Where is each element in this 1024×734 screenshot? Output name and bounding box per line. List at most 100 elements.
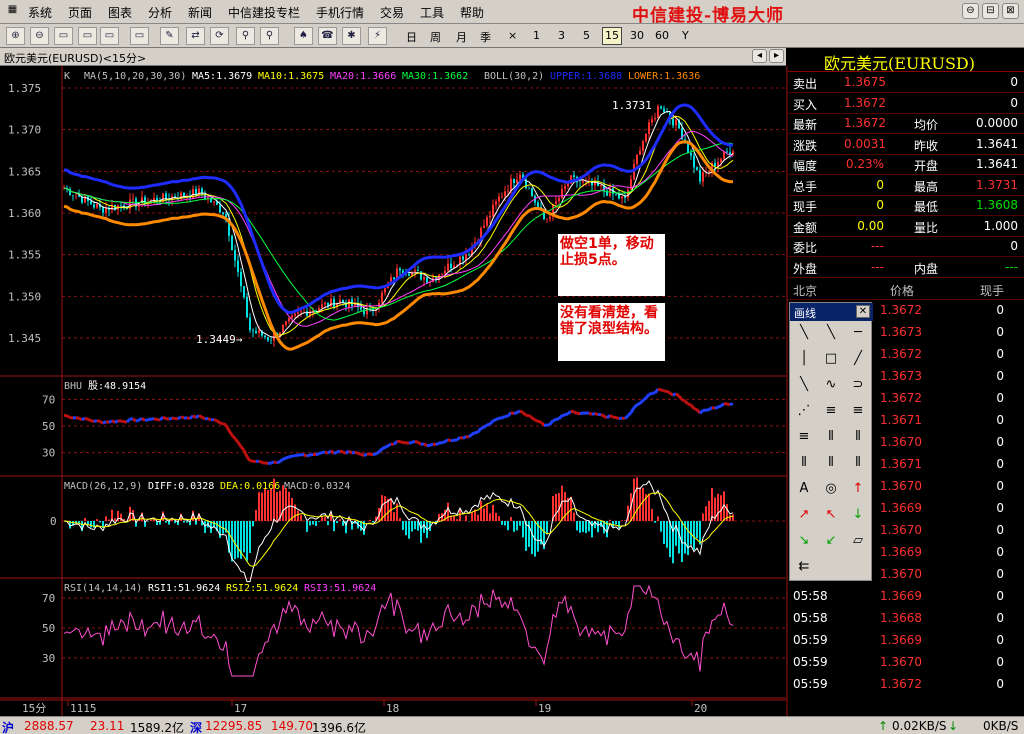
period-label: 15分	[22, 702, 46, 715]
menu-bar: 系统 页面 图表 分析 新闻 中信建投专栏 手机行情 交易 工具 帮助 ⊖ ⊟ ⊠ ▦	[0, 0, 1024, 24]
draw-tool-18[interactable]: A	[793, 479, 815, 499]
menu-item-2[interactable]: 图表	[108, 4, 132, 21]
tick-price: 1.3673	[880, 325, 922, 339]
net-speed-2: 0KB/S	[983, 719, 1019, 733]
period-p30[interactable]: 30	[630, 29, 644, 42]
menu-item-1[interactable]: 页面	[68, 4, 92, 21]
draw-tool-9[interactable]: ⋰	[793, 401, 815, 421]
draw-tool-1[interactable]: ╲	[820, 323, 842, 343]
period-day[interactable]: 日	[406, 29, 417, 45]
upload-icon: ↑	[878, 719, 889, 733]
legend-ma10: MA10:1.3675	[258, 71, 324, 82]
draw-tool-13[interactable]: ⦀	[820, 427, 842, 447]
table-icon[interactable]: ▭	[100, 27, 119, 45]
menu-item-5[interactable]: 中信建投专栏	[228, 4, 300, 21]
quote-label: 外盘	[793, 261, 818, 276]
quote-row: 最新 1.3672 均价 0.0000	[788, 113, 1024, 134]
tick-price: 1.3669	[880, 589, 922, 603]
period-year[interactable]: Y	[682, 29, 689, 42]
search2-icon[interactable]: ⚲	[260, 27, 279, 45]
draw-tool-22[interactable]: ↖	[820, 505, 842, 525]
minimize-button[interactable]: ⊖	[962, 3, 979, 19]
period-p60[interactable]: 60	[655, 29, 669, 42]
close-button[interactable]: ⊠	[1002, 3, 1019, 19]
draw-tool-10[interactable]: ≡	[820, 401, 842, 421]
period-p5[interactable]: 5	[583, 29, 590, 42]
quote-value-2: 1.3641	[976, 136, 1018, 151]
menu-item-4[interactable]: 新闻	[188, 4, 212, 21]
price-tick-label: 1.375	[8, 82, 41, 95]
prev-chart-button[interactable]: ◂	[752, 49, 767, 63]
annotation-note-2[interactable]: 没有看清楚，看错了浪型结构。	[558, 303, 665, 361]
tick-price: 1.3670	[880, 567, 922, 581]
draw-tool-0[interactable]: ╲	[793, 323, 815, 343]
zoom-out-icon[interactable]: ⊖	[30, 27, 49, 45]
draw-tool-2[interactable]: ─	[847, 323, 869, 343]
draw-tool-5[interactable]: ╱	[847, 349, 869, 369]
draw-icon[interactable]: ✎	[160, 27, 179, 45]
menu-item-9[interactable]: 帮助	[460, 4, 484, 21]
tick-price: 1.3672	[880, 347, 922, 361]
quote-value: 0	[876, 177, 884, 192]
draw-tool-21[interactable]: ↗	[793, 505, 815, 525]
draw-tool-27[interactable]: ⇇	[793, 557, 815, 577]
draw-tool-16[interactable]: ⦀	[820, 453, 842, 473]
period-p3[interactable]: 3	[558, 29, 565, 42]
quote-row: 金额 0.00 量比 1.000	[788, 216, 1024, 237]
price-tick-label: 1.355	[8, 249, 41, 262]
close-icon[interactable]: ✕	[856, 305, 870, 318]
list-icon[interactable]: ▭	[54, 27, 73, 45]
flash-icon[interactable]: ⚡	[368, 27, 387, 45]
grid-icon[interactable]: ▭	[78, 27, 97, 45]
period-month[interactable]: 月	[456, 29, 467, 45]
rsi-tick-label: 70	[42, 592, 55, 605]
draw-tool-8[interactable]: ⊃	[847, 375, 869, 395]
draw-tool-19[interactable]: ◎	[820, 479, 842, 499]
draw-tool-20[interactable]: ↑	[847, 479, 869, 499]
switch-icon[interactable]: ⇄	[186, 27, 205, 45]
period-times[interactable]: ×	[508, 29, 517, 42]
draw-tool-6[interactable]: ╲	[793, 375, 815, 395]
palette-icon[interactable]: ✱	[342, 27, 361, 45]
menu-item-3[interactable]: 分析	[148, 4, 172, 21]
period-season[interactable]: 季	[480, 29, 491, 45]
draw-tool-23[interactable]: ↓	[847, 505, 869, 525]
quote-value-2: 0	[1010, 75, 1018, 89]
draw-tool-4[interactable]: □	[820, 349, 842, 369]
draw-tool-26[interactable]: ▱	[847, 531, 869, 551]
draw-tool-17[interactable]: ⦀	[847, 453, 869, 473]
phone-icon[interactable]: ☎	[318, 27, 337, 45]
menu-item-8[interactable]: 工具	[420, 4, 444, 21]
menu-item-6[interactable]: 手机行情	[316, 4, 364, 21]
tick-volume: 0	[996, 391, 1004, 405]
menu-item-0[interactable]: 系统	[28, 4, 52, 21]
search-icon[interactable]: ⚲	[236, 27, 255, 45]
annotation-note-1[interactable]: 做空1单，移动止损5点。	[558, 234, 665, 296]
draw-tool-7[interactable]: ∿	[820, 375, 842, 395]
period-week[interactable]: 周	[430, 29, 441, 45]
draw-tool-15[interactable]: ⦀	[793, 453, 815, 473]
restore-button[interactable]: ⊟	[982, 3, 999, 19]
draw-tool-24[interactable]: ↘	[793, 531, 815, 551]
f10-icon[interactable]: ▭	[130, 27, 149, 45]
drawing-tools-title: 画线 ✕	[790, 303, 873, 321]
tick-price: 1.3671	[880, 457, 922, 471]
sh-amount: 1589.2亿	[130, 721, 184, 734]
status-bar: 沪 2888.57 23.11 1589.2亿 深 12295.85 149.7…	[0, 716, 1024, 734]
next-chart-button[interactable]: ▸	[769, 49, 784, 63]
zoom-in-icon[interactable]: ⊕	[6, 27, 25, 45]
quote-value-2: 0	[1010, 95, 1018, 110]
draw-tool-11[interactable]: ≡	[847, 401, 869, 421]
period-p15[interactable]: 15	[602, 27, 622, 45]
price-tick-label: 1.345	[8, 332, 41, 345]
draw-tool-3[interactable]: │	[793, 349, 815, 369]
legend-ma: MA(5,10,20,30,30)	[84, 71, 186, 82]
refresh-icon[interactable]: ⟳	[210, 27, 229, 45]
draw-tool-12[interactable]: ≡	[793, 427, 815, 447]
draw-tool-14[interactable]: ⦀	[847, 427, 869, 447]
menu-item-7[interactable]: 交易	[380, 4, 404, 21]
alert-icon[interactable]: ♠	[294, 27, 313, 45]
period-p1[interactable]: 1	[533, 29, 540, 42]
rsi2-value: RSI2:51.9624	[226, 583, 298, 594]
draw-tool-25[interactable]: ↙	[820, 531, 842, 551]
